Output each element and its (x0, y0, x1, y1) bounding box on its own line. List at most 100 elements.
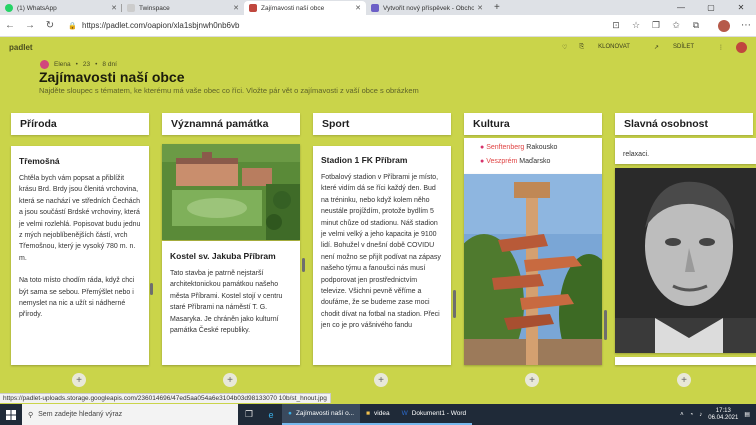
user-avatar[interactable] (736, 41, 747, 53)
close-icon[interactable]: ✕ (111, 4, 117, 12)
author-avatar (40, 60, 49, 69)
column-priroda: Příroda (11, 113, 149, 135)
status-link-preview: https://padlet-uploads.storage.googleapi… (0, 393, 331, 403)
tab-title: Twinspace (139, 4, 170, 12)
tab-title: Vytvořit nový příspěvek - Obchod (383, 4, 475, 12)
app-label: Zajímavosti naší o... (295, 410, 355, 417)
country-text: Maďarsko (517, 158, 551, 165)
share-button[interactable]: ↗ SDÍLET (654, 44, 706, 51)
add-post-button[interactable]: + (374, 373, 388, 387)
start-button[interactable] (0, 409, 22, 420)
board-description: Najděte sloupec s tématem, ke kterému má… (39, 86, 419, 95)
column-heading: Sport (313, 113, 451, 135)
whatsapp-icon (5, 4, 13, 12)
chevron-up-icon[interactable]: ˄ (680, 412, 684, 418)
column-heading: Významná památka (162, 113, 300, 135)
browser-tab-whatsapp[interactable]: (1) WhatsApp ✕ (0, 1, 122, 15)
taskbar-app-word[interactable]: W Dokument1 - Word (395, 404, 473, 425)
add-post-button[interactable]: + (223, 373, 237, 387)
list-item: ● Senftenberg Rakousko (480, 141, 594, 155)
reload-icon[interactable]: ↻ (40, 20, 60, 31)
clock[interactable]: 17:13 06.04.2021 (708, 408, 738, 422)
task-view-icon[interactable]: ❐ (238, 404, 260, 425)
share-label: SDÍLET (672, 44, 694, 50)
close-icon[interactable]: ✕ (233, 4, 239, 12)
minimize-icon[interactable]: — (666, 0, 696, 15)
post-body-2: Na toto místo chodím ráda, když chci být… (19, 277, 135, 319)
clone-icon: ⎘ (579, 43, 585, 50)
reader-icon[interactable]: ⊡ (606, 20, 626, 31)
column-scrollbar[interactable] (150, 283, 153, 295)
post-image-signpost[interactable] (464, 174, 602, 365)
padlet-icon (249, 4, 257, 12)
post-body: Tato stavba je patrně nejstarší architek… (170, 270, 283, 335)
profile-avatar[interactable] (718, 19, 730, 32)
maximize-icon[interactable]: ▢ (696, 0, 726, 15)
edge-icon[interactable]: e (260, 404, 282, 425)
city-link[interactable]: Veszprém (486, 158, 517, 165)
post-image-portrait[interactable] (615, 168, 756, 353)
close-window-icon[interactable]: ✕ (726, 0, 756, 15)
add-post-button[interactable]: + (525, 373, 539, 387)
url-field[interactable]: 🔒 https://padlet.com/oapion/xla1sbjnwh0n… (68, 21, 606, 30)
city-link[interactable]: Senftenberg (486, 144, 524, 151)
column-osobnost: Slavná osobnost (615, 113, 753, 135)
back-arrow-icon[interactable]: ← (0, 20, 20, 31)
new-tab-button[interactable]: + (488, 1, 506, 15)
favorite-star-icon[interactable]: ☆ (626, 20, 646, 31)
browser-tab-padlet[interactable]: Zajímavosti naší obce ✕ (244, 1, 366, 15)
forward-arrow-icon[interactable]: → (20, 20, 40, 31)
taskbar-app-edge[interactable]: ● Zajímavosti naší o... (282, 404, 361, 425)
clone-button[interactable]: ⎘ KLONOVAT (579, 44, 642, 51)
list-bullet: ● (480, 144, 485, 151)
heart-icon[interactable]: ♡ (562, 44, 567, 51)
more-menu-icon[interactable]: ⋯ (736, 20, 756, 31)
add-post-button[interactable]: + (677, 373, 691, 387)
separator-dot: • (95, 61, 98, 68)
browser-tab-obchod[interactable]: Vytvořit nový příspěvek - Obchod ✕ (366, 1, 488, 15)
close-icon[interactable]: ✕ (355, 4, 361, 12)
column-heading: Slavná osobnost (615, 113, 753, 135)
taskbar-app-folder[interactable]: ■ videa (360, 404, 396, 425)
volume-icon[interactable]: ♪ (699, 412, 702, 418)
post-title: Kostel sv. Jakuba Příbram (170, 251, 276, 261)
column-heading: Kultura (464, 113, 602, 135)
notifications-icon[interactable]: ▤ (744, 411, 750, 418)
column-scrollbar[interactable] (453, 290, 456, 318)
column-sport: Sport (313, 113, 451, 135)
clock-date: 06.04.2021 (708, 414, 739, 421)
post-card-partner-cities[interactable]: ● Senftenberg Rakousko ● Veszprém Maďars… (464, 138, 602, 174)
extensions-icon[interactable]: ⧉ (686, 20, 706, 31)
tab-title: (1) WhatsApp (17, 4, 57, 12)
column-scrollbar[interactable] (302, 258, 305, 272)
clock-time: 17:13 (715, 407, 731, 414)
page-title: Zajímavosti naší obce (39, 69, 185, 85)
post-card-stadion[interactable]: Stadion 1 FK Příbram Fotbalový stadion v… (313, 146, 451, 365)
browser-tab-twinspace[interactable]: Twinspace ✕ (122, 1, 244, 15)
padlet-logo[interactable]: padlet (9, 43, 33, 52)
post-card-next[interactable] (615, 357, 756, 365)
author-line: Elena • 23 • 8 dní (40, 60, 117, 69)
lock-icon: 🔒 (68, 22, 77, 30)
taskbar-search-box[interactable]: ⚲ Sem zadejte hledaný výraz (22, 404, 238, 425)
post-image-castle[interactable] (162, 144, 300, 240)
twinspace-icon (127, 4, 135, 12)
post-card-tremosna[interactable]: Třemošná Chtěla bych vám popsat a přiblí… (11, 146, 149, 365)
add-post-button[interactable]: + (72, 373, 86, 387)
close-icon[interactable]: ✕ (477, 4, 483, 12)
network-icon[interactable]: ◔ (690, 412, 694, 418)
collections-icon[interactable]: ❐ (646, 20, 666, 31)
separator-dot: • (75, 61, 78, 68)
post-title: Třemošná (19, 156, 60, 166)
favorites-bar-icon[interactable]: ✩ (666, 20, 686, 31)
castle-aerial-image (162, 144, 300, 240)
post-body: Fotbalový stadion v Příbrami je místo, k… (321, 174, 441, 330)
more-options-icon[interactable]: ⋮ (718, 44, 724, 51)
padlet-header: padlet ♡ ⎘ KLONOVAT ↗ SDÍLET ⋮ (0, 38, 756, 56)
post-card-osobnost[interactable]: relaxaci. (615, 138, 756, 164)
column-heading: Příroda (11, 113, 149, 135)
list-item: ● Veszprém Maďarsko (480, 155, 594, 169)
post-card-kostel[interactable]: Kostel sv. Jakuba Příbram Tato stavba je… (162, 241, 300, 365)
country-text: Rakousko (524, 144, 558, 151)
column-scrollbar[interactable] (604, 310, 607, 340)
